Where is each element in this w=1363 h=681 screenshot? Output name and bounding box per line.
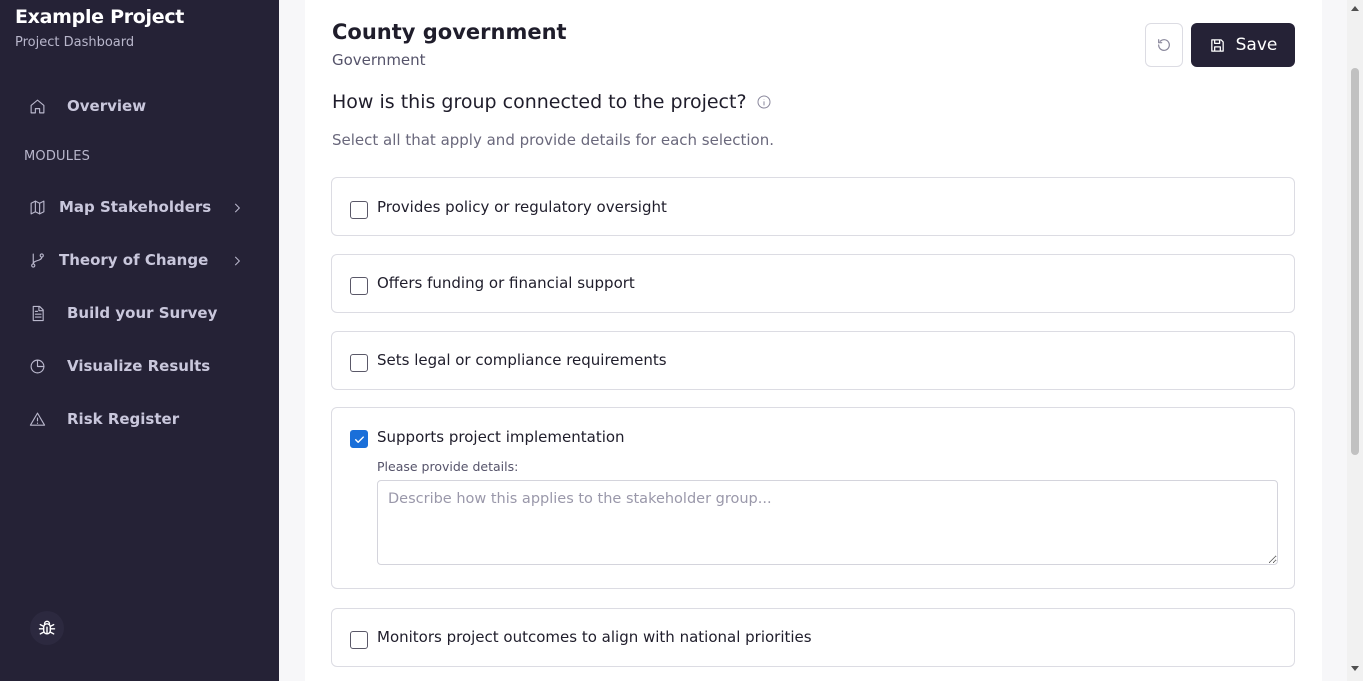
pie-chart-icon xyxy=(28,357,46,375)
brand: Example Project Project Dashboard xyxy=(15,6,184,50)
reset-button[interactable] xyxy=(1145,23,1183,67)
scroll-up-arrow[interactable] xyxy=(1351,6,1359,11)
save-icon xyxy=(1209,37,1226,54)
checkbox[interactable] xyxy=(350,201,368,219)
project-subtitle: Project Dashboard xyxy=(15,35,135,50)
option-card-selected[interactable]: Supports project implementation Please p… xyxy=(331,407,1295,589)
details-label: Please provide details: xyxy=(377,459,519,474)
sidebar-item-visualize-results[interactable]: Visualize Results xyxy=(0,348,279,384)
scroll-down-arrow[interactable] xyxy=(1351,666,1359,671)
option-label: Supports project implementation xyxy=(377,428,625,446)
undo-icon xyxy=(1156,37,1172,53)
warning-icon xyxy=(28,410,46,428)
save-button-label: Save xyxy=(1235,35,1278,55)
option-card[interactable]: Sets legal or compliance requirements xyxy=(331,331,1295,390)
sidebar-item-map-stakeholders[interactable]: Map Stakeholders xyxy=(0,189,279,225)
bug-icon xyxy=(37,618,57,638)
sidebar-item-label: Map Stakeholders xyxy=(59,198,212,216)
save-button[interactable]: Save xyxy=(1191,23,1295,67)
chevron-right-icon xyxy=(230,200,244,214)
checkbox-checked[interactable] xyxy=(350,430,368,448)
page-subtitle: Government xyxy=(332,51,426,69)
sidebar-item-theory-of-change[interactable]: Theory of Change xyxy=(0,242,279,278)
sidebar-item-label: Build your Survey xyxy=(67,304,218,322)
page-title: County government xyxy=(332,20,567,44)
modules-section-label: MODULES xyxy=(24,149,91,164)
sidebar-item-label: Visualize Results xyxy=(67,357,211,375)
document-icon xyxy=(28,304,46,322)
scroll-thumb[interactable] xyxy=(1351,68,1359,455)
question-heading: How is this group connected to the proje… xyxy=(332,91,772,113)
option-card[interactable]: Provides policy or regulatory oversight xyxy=(331,177,1295,236)
home-icon xyxy=(28,97,46,115)
scrollbar[interactable] xyxy=(1347,0,1363,681)
sidebar-item-build-your-survey[interactable]: Build your Survey xyxy=(0,295,279,331)
option-label: Sets legal or compliance requirements xyxy=(377,351,667,369)
sidebar-item-label: Theory of Change xyxy=(59,251,209,269)
option-label: Monitors project outcomes to align with … xyxy=(377,628,812,646)
info-icon[interactable] xyxy=(756,94,772,110)
debug-button[interactable] xyxy=(30,611,64,645)
option-card[interactable]: Monitors project outcomes to align with … xyxy=(331,608,1295,667)
sidebar-item-risk-register[interactable]: Risk Register xyxy=(0,401,279,437)
sidebar-item-label: Risk Register xyxy=(67,410,180,428)
git-branch-icon xyxy=(28,251,46,269)
project-title: Example Project xyxy=(15,6,185,28)
chevron-right-icon xyxy=(230,253,244,267)
details-textarea[interactable] xyxy=(377,480,1278,565)
checkbox[interactable] xyxy=(350,631,368,649)
option-card[interactable]: Offers funding or financial support xyxy=(331,254,1295,313)
map-icon xyxy=(28,198,46,216)
checkbox[interactable] xyxy=(350,277,368,295)
question-text: How is this group connected to the proje… xyxy=(332,91,747,113)
sidebar-item-overview[interactable]: Overview xyxy=(0,88,279,124)
question-hint: Select all that apply and provide detail… xyxy=(332,131,774,149)
sidebar-item-label: Overview xyxy=(67,97,147,115)
sidebar: Example Project Project Dashboard Overvi… xyxy=(0,0,279,681)
checkbox[interactable] xyxy=(350,354,368,372)
option-label: Offers funding or financial support xyxy=(377,274,635,292)
checkmark-icon xyxy=(354,435,364,443)
option-label: Provides policy or regulatory oversight xyxy=(377,198,667,216)
